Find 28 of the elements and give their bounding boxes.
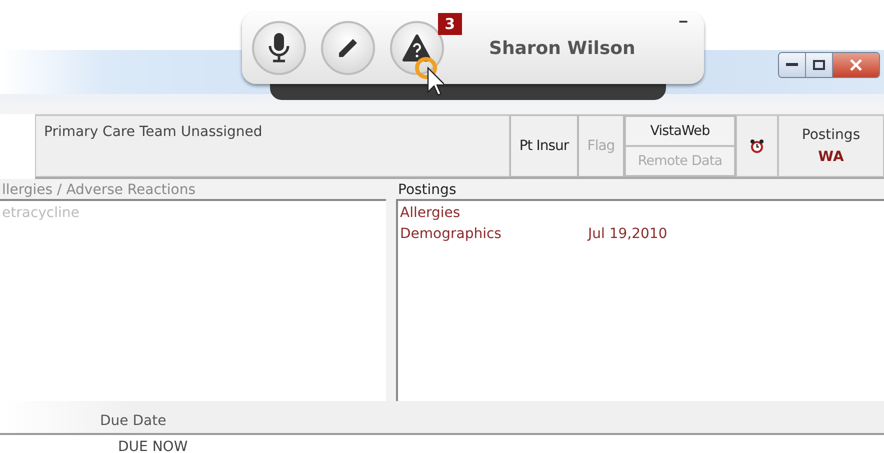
primary-care-team-label: Primary Care Team Unassigned <box>35 115 510 177</box>
allergies-heading: llergies / Adverse Reactions <box>1 181 197 199</box>
maximize-window-button[interactable] <box>805 53 832 77</box>
mic-button[interactable] <box>252 21 306 75</box>
minimize-window-button[interactable] <box>779 53 805 77</box>
alert-button[interactable] <box>390 21 444 75</box>
close-icon <box>850 59 862 71</box>
posting-name[interactable]: Demographics <box>400 224 588 245</box>
minimize-icon <box>786 63 798 67</box>
alarm-clock-icon[interactable] <box>750 139 764 153</box>
header-button[interactable]: Pt Insur <box>510 115 578 177</box>
postings-heading: Postings <box>397 181 458 199</box>
notification-badge: 3 <box>438 13 462 35</box>
warning-question-icon <box>402 34 432 62</box>
microphone-icon <box>267 32 291 64</box>
maximize-icon <box>813 60 825 70</box>
postings-button[interactable]: Postings WA <box>778 115 884 177</box>
postings-label: Postings <box>802 127 860 143</box>
minimize-toolbar-button[interactable]: − <box>678 14 688 32</box>
due-date-column-header: Due Date <box>100 413 166 431</box>
posting-name[interactable]: Allergies <box>400 203 588 224</box>
due-status: DUE NOW <box>117 438 189 453</box>
postings-code: WA <box>818 149 844 165</box>
pencil-button[interactable] <box>321 21 375 75</box>
close-window-button[interactable] <box>832 53 879 77</box>
user-name: Sharon Wilson <box>489 38 636 58</box>
vistaweb-button[interactable]: VistaWeb <box>625 116 735 146</box>
posting-date: Jul 19,2010 <box>588 225 668 244</box>
